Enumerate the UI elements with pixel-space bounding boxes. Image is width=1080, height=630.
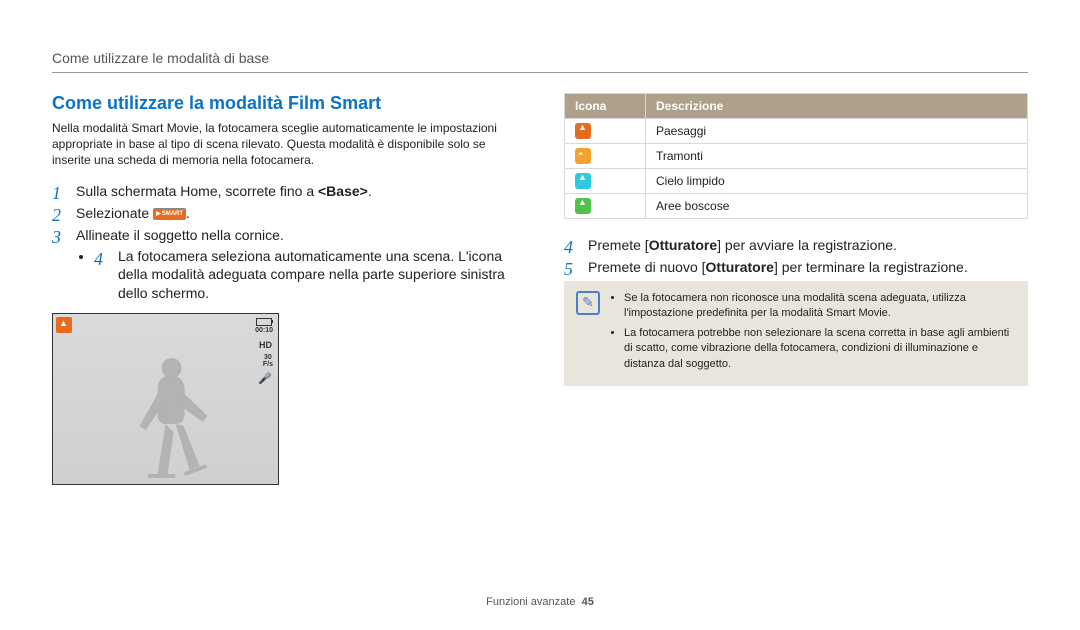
battery-icon xyxy=(256,318,272,326)
table-cell-desc: Cielo limpido xyxy=(646,169,1028,194)
skater-silhouette xyxy=(117,354,227,484)
camera-preview: 00:10 HD 30F/s 🎤 xyxy=(52,313,279,485)
scene-table: Icona Descrizione PaesaggiTramontiCielo … xyxy=(564,93,1028,219)
table-row: Aree boscose xyxy=(565,194,1028,219)
sunset-icon xyxy=(575,148,591,164)
timecode: 00:10 xyxy=(255,327,273,334)
divider xyxy=(52,72,1028,73)
note-list: Se la fotocamera non riconosce una modal… xyxy=(610,291,1016,376)
mic-icon: 🎤 xyxy=(258,372,272,385)
steps-list-right: Premete [Otturatore] per avviare la regi… xyxy=(564,237,1028,275)
breadcrumb: Come utilizzare le modalità di base xyxy=(52,50,1028,66)
hd-badge: HD xyxy=(259,340,272,350)
left-column: Come utilizzare la modalità Film Smart N… xyxy=(52,93,516,485)
step-4: Premete [Otturatore] per avviare la regi… xyxy=(564,237,1028,253)
right-column: Icona Descrizione PaesaggiTramontiCielo … xyxy=(564,93,1028,485)
step-3-sublist: La fotocamera seleziona automaticamente … xyxy=(76,247,516,304)
page-footer: Funzioni avanzate 45 xyxy=(0,596,1080,608)
fps-badge: 30F/s xyxy=(263,354,273,368)
note-item: La fotocamera potrebbe non selezionare l… xyxy=(624,326,1016,372)
smart-movie-icon: SMART xyxy=(153,208,186,220)
table-row: Cielo limpido xyxy=(565,169,1028,194)
step-5: Premete di nuovo [Otturatore] per termin… xyxy=(564,259,1028,275)
table-cell-desc: Tramonti xyxy=(646,144,1028,169)
table-header-icon: Icona xyxy=(565,94,646,119)
table-row: Tramonti xyxy=(565,144,1028,169)
forest-icon xyxy=(575,198,591,214)
steps-list-left: Sulla schermata Home, scorrete fino a <B… xyxy=(52,183,516,304)
section-title: Come utilizzare la modalità Film Smart xyxy=(52,93,516,114)
landscape-icon xyxy=(575,123,591,139)
clear-sky-icon xyxy=(575,173,591,189)
step-1: Sulla schermata Home, scorrete fino a <B… xyxy=(52,183,516,199)
note-item: Se la fotocamera non riconosce una modal… xyxy=(624,291,1016,322)
table-cell-desc: Paesaggi xyxy=(646,119,1028,144)
step-3: Allineate il soggetto nella cornice. La … xyxy=(52,227,516,304)
table-cell-desc: Aree boscose xyxy=(646,194,1028,219)
table-header-desc: Descrizione xyxy=(646,94,1028,119)
note-box: ✎ Se la fotocamera non riconosce una mod… xyxy=(564,281,1028,386)
landscape-icon xyxy=(56,317,72,333)
intro-text: Nella modalità Smart Movie, la fotocamer… xyxy=(52,120,516,169)
step-2: Selezionate SMART. xyxy=(52,205,516,221)
note-icon: ✎ xyxy=(576,291,600,315)
table-row: Paesaggi xyxy=(565,119,1028,144)
